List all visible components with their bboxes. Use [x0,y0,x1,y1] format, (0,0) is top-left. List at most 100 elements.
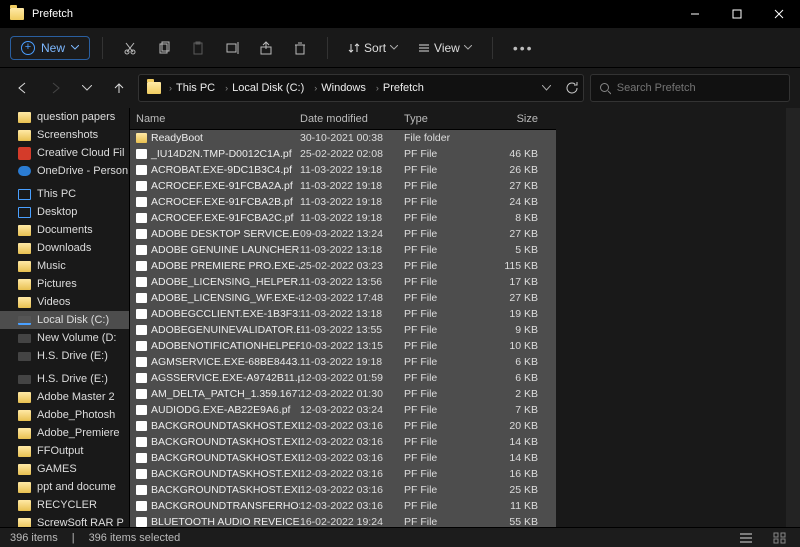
file-row[interactable]: AGSSERVICE.EXE-A9742B11.pf12-03-2022 01:… [130,370,556,386]
details-view-button[interactable] [736,530,756,546]
file-icon [136,453,147,463]
up-button[interactable] [106,75,132,101]
sidebar-item[interactable]: GAMES [0,460,129,478]
col-name[interactable]: Name [130,113,300,125]
file-row[interactable]: ADOBE_LICENSING_HELPER.EXE-A7EF98...11-0… [130,274,556,290]
file-name: ADOBEGCCLIENT.EXE-1B3F3169.pf [151,308,300,320]
sidebar-item[interactable]: ScrewSoft RAR P [0,514,129,527]
search-input[interactable] [617,82,781,94]
col-size[interactable]: Size [486,113,542,125]
sidebar-item[interactable]: Screenshots [0,126,129,144]
thumb-view-button[interactable] [770,530,790,546]
sidebar-item[interactable]: H.S. Drive (E:) [0,365,129,388]
file-row[interactable]: ADOBE_LICENSING_WF.EXE-85291397.pf12-03-… [130,290,556,306]
file-size: 2 KB [486,388,542,400]
sidebar-item[interactable]: RECYCLER [0,496,129,514]
sidebar-item[interactable]: Desktop [0,203,129,221]
sidebar-item-label: Downloads [37,242,91,254]
col-type[interactable]: Type [404,113,486,125]
forward-button[interactable] [42,75,68,101]
sidebar-item[interactable]: Pictures [0,275,129,293]
sidebar-item[interactable]: Adobe_Premiere [0,424,129,442]
maximize-button[interactable] [716,0,758,28]
sidebar-item[interactable]: Creative Cloud Fil [0,144,129,162]
file-row[interactable]: ReadyBoot30-10-2021 00:38File folder [130,130,556,146]
cut-button[interactable] [115,34,145,62]
file-row[interactable]: AM_DELTA_PATCH_1.359.1677.0.E-3139A...12… [130,386,556,402]
file-name: ACROBAT.EXE-9DC1B3C4.pf [151,164,292,176]
breadcrumb[interactable]: ›Local Disk (C:) [221,82,308,94]
file-row[interactable]: ACROBAT.EXE-9DC1B3C4.pf11-03-2022 19:18P… [130,162,556,178]
breadcrumb[interactable]: ›This PC [165,82,219,94]
rename-button[interactable] [217,34,247,62]
sidebar-item[interactable]: H.S. Drive (E:) [0,347,129,365]
file-row[interactable]: ADOBEGCCLIENT.EXE-1B3F3169.pf11-03-2022 … [130,306,556,322]
file-row[interactable]: ADOBENOTIFICATIONHELPER.EXE-25CC...10-03… [130,338,556,354]
paste-button[interactable] [183,34,213,62]
status-selected: 396 items selected [89,532,181,544]
scrollbar[interactable] [786,108,800,527]
separator [102,37,103,59]
file-row[interactable]: AGMSERVICE.EXE-68BE8443.pf11-03-2022 19:… [130,354,556,370]
file-row[interactable]: ACROCEF.EXE-91FCBA2A.pf11-03-2022 19:18P… [130,178,556,194]
file-icon [136,245,147,255]
delete-button[interactable] [285,34,315,62]
sidebar-item[interactable]: OneDrive - Person [0,162,129,180]
view-button[interactable]: View [410,41,480,55]
more-button[interactable]: ••• [505,40,542,56]
copy-button[interactable] [149,34,179,62]
file-name: ADOBE PREMIERE PRO.EXE-A70C060E.pf [151,260,300,272]
sidebar-item[interactable]: New Volume (D: [0,329,129,347]
file-row[interactable]: ADOBE PREMIERE PRO.EXE-A70C060E.pf25-02-… [130,258,556,274]
sidebar-item[interactable]: Local Disk (C:) [0,311,129,329]
file-name: BLUETOOTH AUDIO REVEICER.EXE-547EC... [151,516,300,527]
search-box[interactable] [590,74,790,102]
file-row[interactable]: ADOBE DESKTOP SERVICE.EXE-A2925451.pf09-… [130,226,556,242]
sidebar-item-label: Adobe_Premiere [37,427,120,439]
file-size: 10 KB [486,340,542,352]
file-row[interactable]: ACROCEF.EXE-91FCBA2C.pf11-03-2022 19:18P… [130,210,556,226]
sidebar-item[interactable]: Music [0,257,129,275]
file-date: 11-03-2022 13:55 [300,324,404,336]
file-row[interactable]: BACKGROUNDTASKHOST.EXE-B16326C0.pf12-03-… [130,482,556,498]
file-row[interactable]: ADOBE GENUINE LAUNCHER.EXE-88D95...11-03… [130,242,556,258]
close-button[interactable] [758,0,800,28]
file-row[interactable]: BACKGROUNDTRANSFERHOST.EXE-DB32...12-03-… [130,498,556,514]
sidebar-item[interactable]: FFOutput [0,442,129,460]
file-row[interactable]: BACKGROUNDTASKHOST.EXE-6D58042C.pf12-03-… [130,418,556,434]
file-row[interactable]: BACKGROUNDTASKHOST.EXE-63F11000.pf12-03-… [130,466,556,482]
sidebar-item[interactable]: Documents [0,221,129,239]
plus-icon: + [21,41,35,55]
minimize-button[interactable] [674,0,716,28]
recent-button[interactable] [74,75,100,101]
sidebar-item-label: Local Disk (C:) [37,314,109,326]
sidebar-item[interactable]: This PC [0,180,129,203]
sort-button[interactable]: Sort [340,41,406,55]
breadcrumb[interactable]: ›Prefetch [372,82,428,94]
sidebar-item[interactable]: ppt and docume [0,478,129,496]
address-bar[interactable]: ›This PC ›Local Disk (C:) ›Windows ›Pref… [138,74,584,102]
file-row[interactable]: ADOBEGENUINEVALIDATOR.EXE-2BCAF8...11-03… [130,322,556,338]
sidebar-item[interactable]: question papers [0,108,129,126]
col-date[interactable]: Date modified [300,113,404,125]
file-date: 12-03-2022 03:16 [300,500,404,512]
share-button[interactable] [251,34,281,62]
sidebar-item[interactable]: Adobe_Photosh [0,406,129,424]
file-row[interactable]: AUDIODG.EXE-AB22E9A6.pf12-03-2022 03:24P… [130,402,556,418]
cc-icon [18,147,31,160]
chevron-down-icon[interactable] [542,85,551,91]
breadcrumb[interactable]: ›Windows [310,82,370,94]
new-button[interactable]: + New [10,36,90,60]
sidebar-item[interactable]: Adobe Master 2 [0,388,129,406]
sidebar-item[interactable]: Downloads [0,239,129,257]
status-bar: 396 items | 396 items selected [0,527,800,547]
sidebar-item[interactable]: Videos [0,293,129,311]
back-button[interactable] [10,75,36,101]
file-row[interactable]: BACKGROUNDTASKHOST.EXE-9F2EE4C2.pf12-03-… [130,450,556,466]
file-row[interactable]: BACKGROUNDTASKHOST.EXE-8CBD7053...12-03-… [130,434,556,450]
toolbar: + New Sort View ••• [0,28,800,68]
file-row[interactable]: _IU14D2N.TMP-D0012C1A.pf25-02-2022 02:08… [130,146,556,162]
refresh-button[interactable] [565,81,579,95]
file-row[interactable]: ACROCEF.EXE-91FCBA2B.pf11-03-2022 19:18P… [130,194,556,210]
file-row[interactable]: BLUETOOTH AUDIO REVEICER.EXE-547EC...16-… [130,514,556,527]
